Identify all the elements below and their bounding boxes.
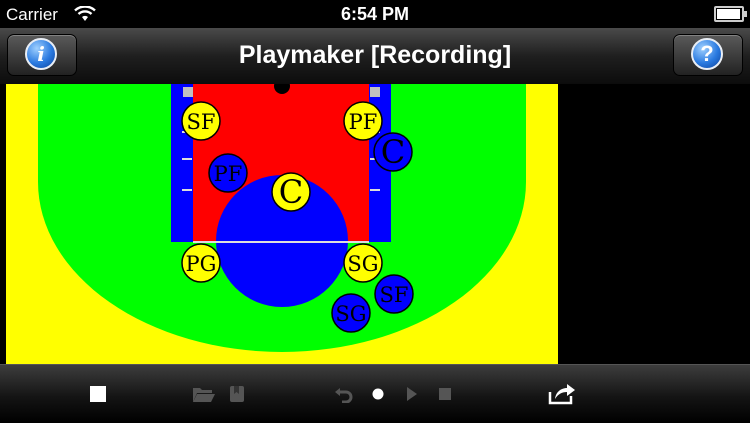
open-button[interactable] — [189, 365, 219, 423]
yellow-player-sg[interactable]: SG — [343, 243, 383, 283]
navigation-bar: i Playmaker [Recording] ? — [0, 28, 750, 85]
stop-playback-button[interactable] — [433, 365, 457, 423]
svg-text:PG: PG — [186, 252, 217, 276]
help-button[interactable]: ? — [673, 34, 743, 76]
folder-icon — [193, 388, 215, 402]
play-icon — [407, 387, 417, 401]
undo-icon — [335, 388, 353, 403]
share-button[interactable] — [543, 365, 581, 423]
bookmark-icon — [230, 386, 244, 402]
svg-text:C: C — [279, 173, 303, 211]
blue-player-c[interactable]: C — [373, 132, 413, 172]
svg-text:PF: PF — [349, 110, 378, 134]
svg-text:SF: SF — [380, 283, 409, 307]
stop-icon — [90, 386, 106, 402]
stop-playback-icon — [439, 388, 451, 400]
page-title: Playmaker [Recording] — [238, 41, 512, 69]
blue-player-sf[interactable]: SF — [374, 274, 414, 314]
svg-text:PF: PF — [214, 162, 243, 186]
blue-player-pf[interactable]: PF — [208, 153, 248, 193]
svg-text:C: C — [381, 133, 405, 171]
baseline-marker-left — [183, 87, 193, 97]
record-button[interactable] — [366, 365, 390, 423]
yellow-player-c[interactable]: C — [271, 172, 311, 212]
stop-recording-button[interactable] — [82, 365, 114, 423]
yellow-player-sf[interactable]: SF — [181, 101, 221, 141]
svg-text:SG: SG — [347, 252, 378, 276]
yellow-player-pf[interactable]: PF — [343, 101, 383, 141]
bottom-toolbar — [0, 364, 750, 423]
play-button[interactable] — [400, 365, 424, 423]
svg-text:SF: SF — [187, 110, 216, 134]
clock: 6:54 PM — [340, 4, 410, 24]
save-button[interactable] — [224, 365, 250, 423]
help-icon: ? — [691, 38, 723, 70]
undo-button[interactable] — [330, 365, 358, 423]
basketball-court[interactable]: SF PF C PG SG PF C SF SG — [6, 84, 558, 364]
record-dot-icon — [372, 388, 384, 400]
svg-text:SG: SG — [335, 302, 366, 326]
blue-player-sg[interactable]: SG — [331, 293, 371, 333]
status-bar: Carrier 6:54 PM — [0, 0, 750, 28]
yellow-player-pg[interactable]: PG — [181, 243, 221, 283]
battery-icon — [714, 6, 747, 22]
baseline-marker-right — [370, 87, 380, 97]
share-icon — [548, 384, 575, 405]
